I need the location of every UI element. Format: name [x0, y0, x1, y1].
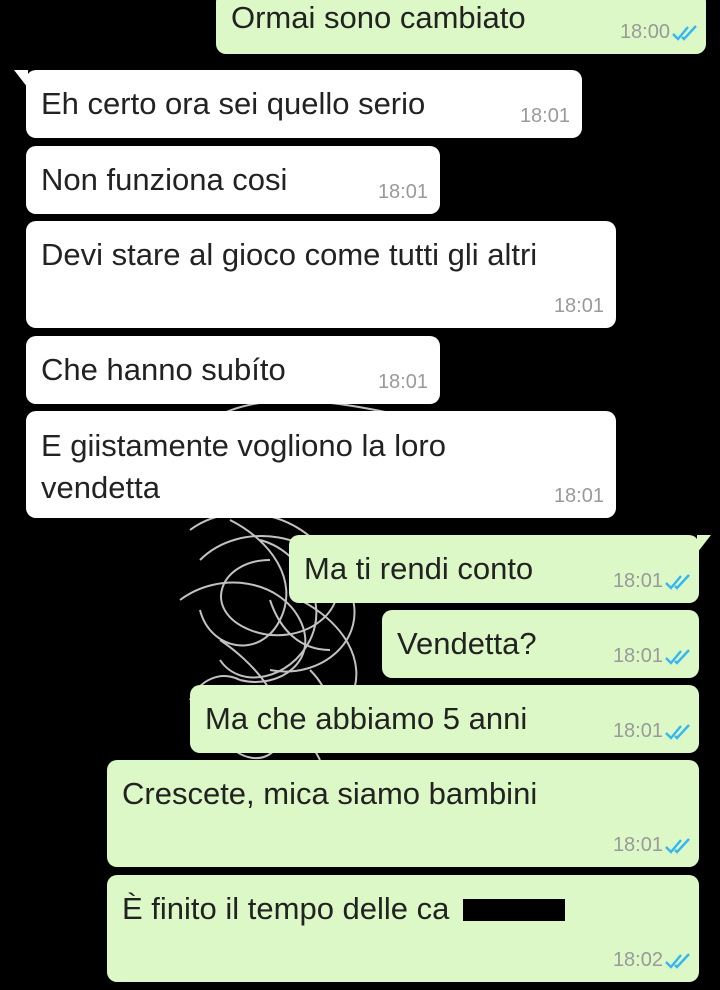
message-time: 18:01 — [553, 295, 604, 317]
bubble-tail — [14, 70, 28, 88]
message-bubble-incoming[interactable]: Che hanno subíto 18:01 — [26, 336, 440, 404]
message-text: Eh certo ora sei quello serio — [41, 86, 426, 121]
message-text: Ma ti rendi conto — [304, 551, 534, 586]
message-bubble-outgoing[interactable]: Ma ti rendi conto 18:01 — [289, 535, 711, 603]
message-time: 18:01 — [612, 570, 663, 592]
message-time: 18:01 — [612, 720, 663, 742]
message-text: Ma che abbiamo 5 anni — [205, 701, 528, 736]
redaction-bar — [463, 899, 565, 921]
message-time: 18:01 — [377, 371, 428, 393]
message-bubble-incoming[interactable]: Non funziona cosi 18:01 — [26, 146, 440, 214]
message-text: Crescete, mica siamo bambini — [122, 776, 538, 811]
message-time: 18:01 — [612, 645, 663, 667]
message-bubble-outgoing[interactable]: Ormai sono cambiato 18:00 — [216, 0, 706, 54]
double-check-icon — [665, 649, 690, 665]
message-text: Non funziona cosi — [41, 162, 288, 197]
message-text: Vendetta? — [397, 626, 537, 661]
message-text: È finito il tempo delle ca — [122, 891, 450, 926]
double-check-icon — [665, 953, 690, 969]
bubble-tail — [697, 535, 711, 553]
message-time: 18:01 — [553, 485, 604, 507]
message-time: 18:02 — [612, 949, 663, 971]
message-bubble-outgoing[interactable]: È finito il tempo delle ca 18:02 — [107, 875, 699, 982]
message-bubble-incoming[interactable]: Eh certo ora sei quello serio 18:01 — [14, 70, 582, 138]
message-text: Devi stare al gioco come tutti gli altri — [41, 237, 538, 272]
message-text: E giistamente vogliono la loro vendetta — [41, 428, 446, 505]
message-bubble-outgoing[interactable]: Ma che abbiamo 5 anni 18:01 — [190, 685, 699, 753]
message-bubble-incoming[interactable]: E giistamente vogliono la loro vendetta … — [26, 411, 616, 518]
message-bubble-outgoing[interactable]: Vendetta? 18:01 — [382, 610, 699, 678]
message-time: 18:00 — [619, 21, 670, 43]
double-check-icon — [672, 25, 697, 41]
message-time: 18:01 — [519, 105, 570, 127]
double-check-icon — [665, 574, 690, 590]
message-text: Ormai sono cambiato — [231, 0, 526, 35]
double-check-icon — [665, 838, 690, 854]
double-check-icon — [665, 724, 690, 740]
message-text: Che hanno subíto — [41, 352, 286, 387]
message-time: 18:01 — [377, 181, 428, 203]
message-bubble-outgoing[interactable]: Crescete, mica siamo bambini 18:01 — [107, 760, 699, 867]
message-bubble-incoming[interactable]: Devi stare al gioco come tutti gli altri… — [26, 221, 616, 328]
message-time: 18:01 — [612, 834, 663, 856]
